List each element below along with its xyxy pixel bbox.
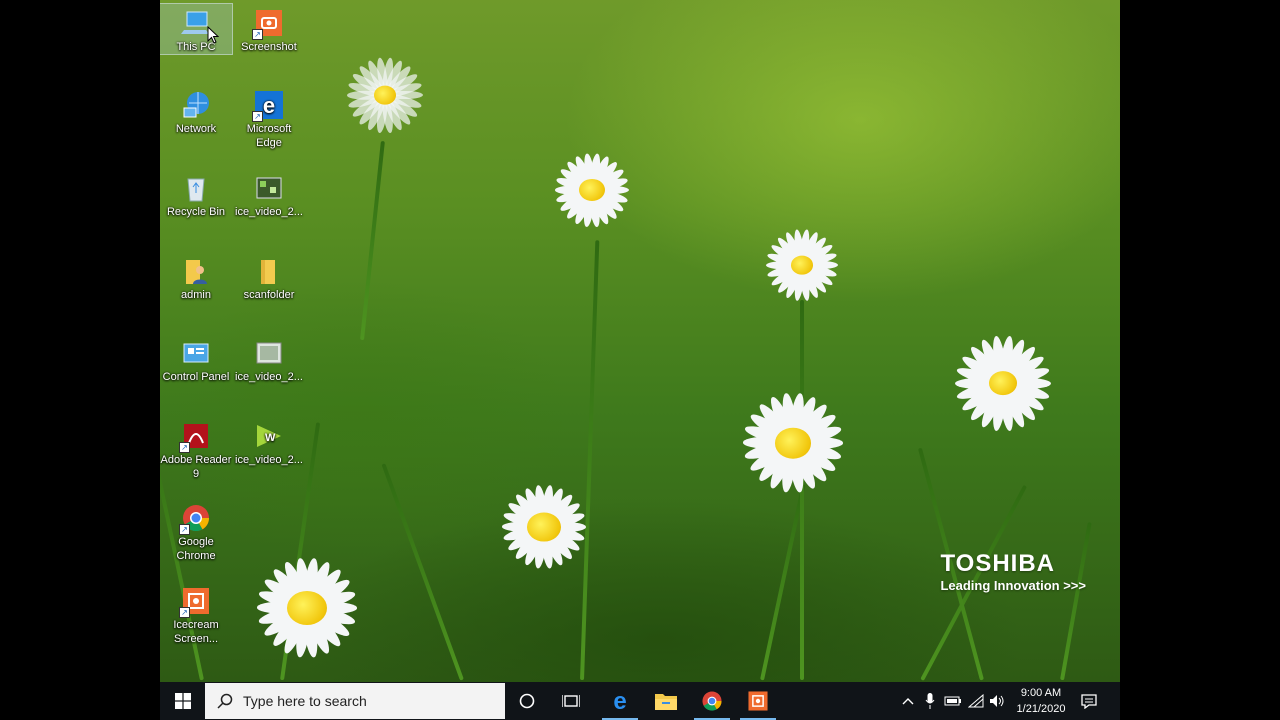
- desktop-icon-video-file-2[interactable]: ice_video_2...: [233, 334, 305, 384]
- desktop-icon-microsoft-edge[interactable]: e ↗ Microsoft Edge: [233, 86, 305, 150]
- icon-label: scanfolder: [243, 289, 295, 301]
- svg-text:e: e: [263, 93, 275, 118]
- shortcut-arrow-icon: ↗: [179, 524, 190, 535]
- chrome-icon: ↗: [179, 503, 211, 535]
- shortcut-arrow-icon: ↗: [179, 607, 190, 618]
- mouse-cursor-icon: [207, 26, 219, 44]
- icon-label: Microsoft Edge: [246, 123, 292, 149]
- network-icon: [181, 90, 211, 120]
- search-icon: [217, 693, 233, 709]
- taskbar-icecream-screen-recorder[interactable]: [735, 682, 781, 720]
- clock-date: 1/21/2020: [1016, 703, 1066, 715]
- video-file-icon: [254, 338, 284, 368]
- taskbar-chrome[interactable]: [689, 682, 735, 720]
- desktop-icon-network[interactable]: Network: [160, 86, 232, 136]
- daisy-center: [527, 512, 561, 542]
- user-folder-icon: [181, 256, 211, 286]
- volume-icon: [990, 695, 1004, 707]
- battery-icon: [944, 696, 961, 706]
- icon-label: Icecream Screen...: [173, 619, 219, 645]
- desktop-icon-google-chrome[interactable]: ↗ Google Chrome: [160, 499, 232, 563]
- svg-text:e: e: [613, 689, 626, 713]
- daisy-center: [989, 371, 1017, 395]
- wifi-icon: [968, 694, 984, 708]
- desktop-icon-adobe-reader[interactable]: ↗ Adobe Reader 9: [160, 417, 232, 481]
- desktop-icon-video-file-1[interactable]: ice_video_2...: [233, 169, 305, 219]
- icon-label: Network: [175, 123, 217, 135]
- show-hidden-icons-button[interactable]: [898, 682, 918, 720]
- recycle-bin-icon: [181, 173, 211, 203]
- desktop-icon-admin[interactable]: admin: [160, 252, 232, 302]
- notification-icon: [1081, 693, 1097, 709]
- daisy-center: [775, 427, 811, 459]
- desktop-icon-recycle-bin[interactable]: Recycle Bin: [160, 169, 232, 219]
- desktop-icon-scanfolder[interactable]: scanfolder: [233, 252, 305, 302]
- task-view-icon: [562, 695, 580, 707]
- task-view-button[interactable]: [549, 682, 593, 720]
- microphone-icon: [925, 693, 935, 709]
- taskbar: Type here to search e 9:00 AM 1/21/2020: [160, 682, 1120, 720]
- shortcut-arrow-icon: ↗: [252, 111, 263, 122]
- cortana-button[interactable]: [505, 682, 549, 720]
- shortcut-arrow-icon: ↗: [179, 442, 190, 453]
- desktop-icon-video-file-3[interactable]: W ice_video_2...: [233, 417, 305, 467]
- wmv-file-icon: W: [254, 421, 284, 451]
- video-file-icon: [254, 173, 284, 203]
- desktop-icon-screenshot[interactable]: ↗ Screenshot: [233, 4, 305, 54]
- daisy-center: [579, 178, 605, 202]
- icon-label: admin: [181, 289, 211, 301]
- icon-label: Screenshot: [241, 41, 297, 53]
- desktop-screen: TOSHIBA Leading Innovation >>> This PC N…: [160, 0, 1120, 720]
- edge-icon: e ↗: [252, 90, 284, 122]
- file-explorer-icon: [655, 694, 677, 710]
- icecream-screen-recorder-icon: [748, 691, 768, 711]
- brand-tagline: Leading Innovation >>>: [940, 578, 1086, 593]
- toshiba-brand: TOSHIBA Leading Innovation >>>: [940, 550, 1086, 593]
- cortana-icon: [519, 693, 535, 709]
- battery-tray-button[interactable]: [942, 682, 964, 720]
- search-placeholder: Type here to search: [243, 693, 367, 709]
- icon-label: ice_video_2...: [235, 371, 303, 383]
- icon-label: Recycle Bin: [166, 206, 226, 218]
- daisy-center: [374, 85, 396, 105]
- start-button[interactable]: [160, 682, 205, 720]
- windows-start-icon: [174, 693, 191, 709]
- folder-icon: [254, 256, 284, 286]
- microphone-tray-button[interactable]: [920, 682, 940, 720]
- chrome-icon: [702, 691, 722, 711]
- desktop-icon-grid: This PC Network Recycle Bin admin Contro…: [160, 0, 320, 682]
- desktop-icon-this-pc[interactable]: This PC: [160, 3, 233, 55]
- icon-label: Control Panel: [162, 371, 230, 383]
- icon-label: Adobe Reader 9: [160, 454, 232, 480]
- chevron-up-icon: [902, 698, 914, 705]
- icecream-screen-recorder-icon: ↗: [179, 586, 211, 618]
- svg-text:W: W: [265, 432, 276, 444]
- shortcut-arrow-icon: ↗: [252, 29, 263, 40]
- edge-icon: e: [613, 689, 626, 713]
- taskbar-clock[interactable]: 9:00 AM 1/21/2020: [1006, 685, 1076, 717]
- taskbar-search-box[interactable]: Type here to search: [205, 683, 505, 719]
- desktop-icon-icecream-screen-recorder[interactable]: ↗ Icecream Screen...: [160, 582, 232, 646]
- icon-label: ice_video_2...: [235, 454, 303, 466]
- taskbar-edge[interactable]: e: [597, 682, 643, 720]
- network-tray-button[interactable]: [966, 682, 986, 720]
- icon-label: ice_video_2...: [235, 206, 303, 218]
- daisy-center: [791, 255, 813, 275]
- volume-tray-button[interactable]: [986, 682, 1008, 720]
- screenshot-app-icon: ↗: [252, 8, 284, 40]
- desktop-icon-control-panel[interactable]: Control Panel: [160, 334, 232, 384]
- icon-label: Google Chrome: [176, 536, 216, 562]
- brand-name: TOSHIBA: [940, 550, 1056, 577]
- action-center-button[interactable]: [1078, 682, 1100, 720]
- adobe-reader-icon: ↗: [179, 421, 211, 453]
- control-panel-icon: [181, 338, 211, 368]
- clock-time: 9:00 AM: [1020, 687, 1062, 699]
- taskbar-file-explorer[interactable]: [643, 682, 689, 720]
